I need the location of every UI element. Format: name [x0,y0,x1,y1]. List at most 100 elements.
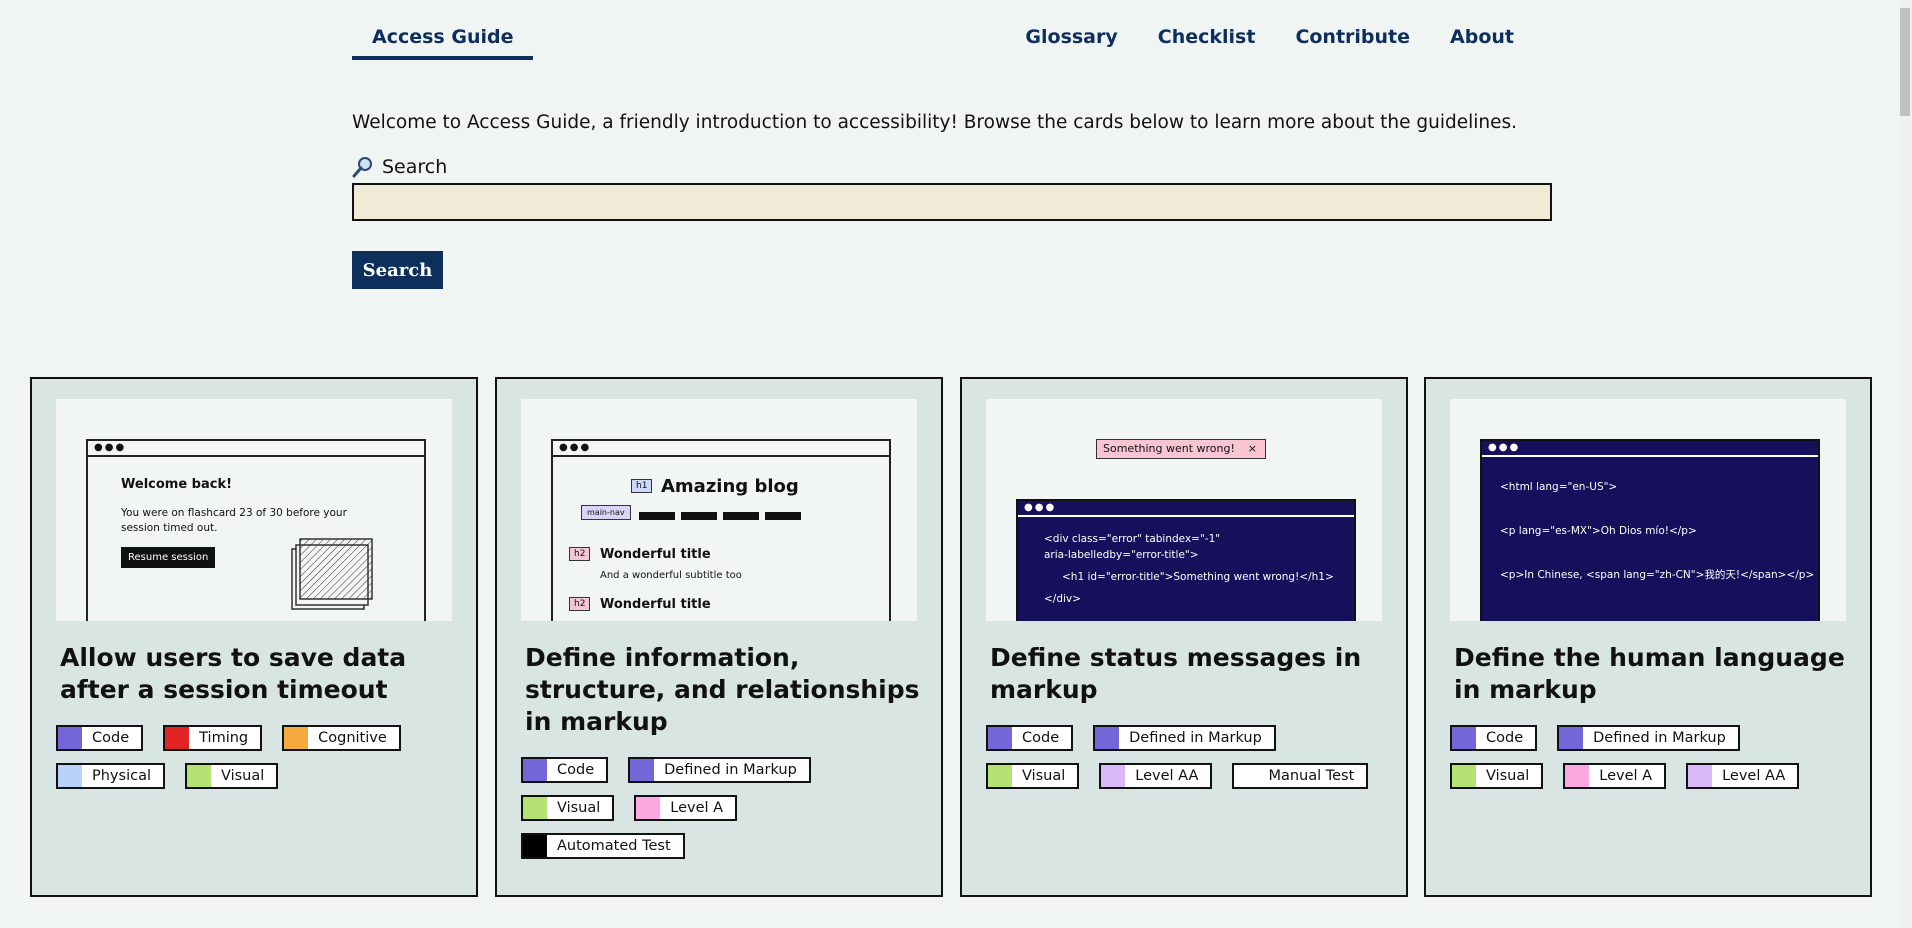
tag-swatch [1559,727,1584,749]
tag-automated-test: Automated Test [521,833,685,859]
page-scrollbar[interactable] [1898,0,1912,928]
card-title[interactable]: Define status messages in markup [990,642,1390,706]
card-title[interactable]: Define the human language in markup [1454,642,1854,706]
brand-link[interactable]: Access Guide [352,22,534,60]
card-illustration: ●●● Welcome back! You were on flashcard … [56,399,452,621]
illus-h2-text: Wonderful title [600,597,711,612]
illus-nav-bar [639,512,675,520]
search-input[interactable] [352,183,1552,221]
tag-code: Code [521,757,609,783]
illus-code-line: aria-labelledby="error-title"> [1044,549,1199,561]
tag-swatch [988,765,1012,787]
tag-swatch [58,727,82,749]
tag-swatch [1688,765,1713,787]
guideline-card-human-language[interactable]: ●●● <html lang="en-US"> <p lang="es-MX">… [1424,377,1872,897]
tag-code: Code [986,725,1074,751]
tag-code: Code [56,725,144,751]
tag-list: Code Timing Cognitive Physical Visual [56,725,466,801]
tag-level-aa: Level AA [1099,763,1213,789]
illus-resume-button: Resume session [121,547,216,568]
flashcard-stack-icon [291,538,373,610]
tag-swatch [523,835,547,857]
tag-swatch [1234,765,1259,787]
tag-swatch [1452,727,1476,749]
nav-link-contribute[interactable]: Contribute [1275,22,1430,52]
card-title[interactable]: Allow users to save data after a session… [60,642,460,706]
tag-swatch [523,797,547,819]
illus-nav-bar [681,512,717,520]
illus-code-line: <h1 id="error-title">Something went wron… [1062,571,1334,583]
tag-physical: Physical [56,763,165,789]
close-icon: × [1247,442,1257,455]
scrollbar-thumb[interactable] [1900,8,1910,116]
illus-code-line: <html lang="en-US"> [1500,481,1618,493]
top-nav: Access Guide Glossary Checklist Contribu… [352,0,1534,62]
tag-swatch [988,727,1012,749]
magnifier-icon [352,156,374,178]
illus-subtitle: And a wonderful subtitle too [600,570,742,581]
illus-body-line: You were on flashcard 23 of 30 before yo… [121,507,347,519]
card-title[interactable]: Define information, structure, and relat… [525,642,925,738]
tag-list: Code Defined in Markup Visual Level A Le… [1450,725,1860,801]
illus-nav-bar [765,512,801,520]
search-label-text: Search [382,156,448,178]
tag-level-aa: Level AA [1686,763,1800,789]
illus-body-line: session timed out. [121,522,218,534]
tag-swatch [186,765,211,787]
tag-defined-in-markup: Defined in Markup [628,757,811,783]
illus-code-line: <p lang="es-MX">Oh Dios mío!</p> [1500,525,1697,537]
window-dots-icon: ●●● [94,442,127,453]
tag-timing: Timing [163,725,263,751]
window-dots-icon: ●●● [1488,442,1521,453]
guideline-card-session-timeout[interactable]: ●●● Welcome back! You were on flashcard … [30,377,478,897]
tag-swatch [1101,765,1126,787]
tag-swatch [165,727,190,749]
illus-alert-text: Something went wrong! [1103,442,1235,455]
tag-manual-test: Manual Test [1232,763,1369,789]
search-button[interactable]: Search [352,251,443,289]
illus-h2-text: Wonderful title [600,547,711,562]
illus-heading: Welcome back! [121,477,233,492]
tag-level-a: Level A [634,795,738,821]
nav-link-glossary[interactable]: Glossary [1005,22,1137,52]
tag-swatch [58,765,82,787]
tag-swatch [284,727,309,749]
illus-nav-badge: main-nav [581,505,631,520]
nav-link-about[interactable]: About [1430,22,1534,52]
tag-visual: Visual [521,795,615,821]
card-illustration: ●●● h1 Amazing blog main-nav h2 Wonderfu… [521,399,917,621]
tag-swatch [1565,765,1590,787]
illus-h2-badge: h2 [569,547,591,561]
window-dots-icon: ●●● [1024,502,1057,513]
tag-visual: Visual [986,763,1080,789]
illus-h1-badge: h1 [631,479,653,493]
window-dots-icon: ●●● [559,442,592,453]
card-illustration: ●●● <html lang="en-US"> <p lang="es-MX">… [1450,399,1846,621]
tag-swatch [630,759,655,781]
illus-nav-bar [723,512,759,520]
tag-swatch [1095,727,1120,749]
intro-text: Welcome to Access Guide, a friendly intr… [352,112,1518,133]
illus-code-line: </div> [1044,593,1081,605]
illus-h2-badge: h2 [569,597,591,611]
illus-code-line: <p>In Chinese, <span lang="zh-CN">我的天!</… [1500,569,1815,581]
nav-link-checklist[interactable]: Checklist [1138,22,1276,52]
tag-cognitive: Cognitive [282,725,401,751]
tag-defined-in-markup: Defined in Markup [1557,725,1740,751]
tag-swatch [636,797,661,819]
guideline-card-status-messages[interactable]: Something went wrong! × ●●● <div class="… [960,377,1408,897]
nav-links: Glossary Checklist Contribute About [1005,22,1534,52]
tag-defined-in-markup: Defined in Markup [1093,725,1276,751]
tag-level-a: Level A [1563,763,1667,789]
tag-visual: Visual [1450,763,1544,789]
tag-list: Code Defined in Markup Visual Level A Au… [521,757,931,871]
tag-visual: Visual [184,763,279,789]
browser-window-illustration: ●●● [551,439,891,621]
card-illustration: Something went wrong! × ●●● <div class="… [986,399,1382,621]
illus-code-line: <div class="error" tabindex="-1" [1044,533,1221,545]
guideline-card-info-structure[interactable]: ●●● h1 Amazing blog main-nav h2 Wonderfu… [495,377,943,897]
tag-swatch [1452,765,1476,787]
tag-swatch [523,759,547,781]
tag-list: Code Defined in Markup Visual Level AA M… [986,725,1396,801]
illus-alert-box: Something went wrong! × [1096,439,1266,459]
